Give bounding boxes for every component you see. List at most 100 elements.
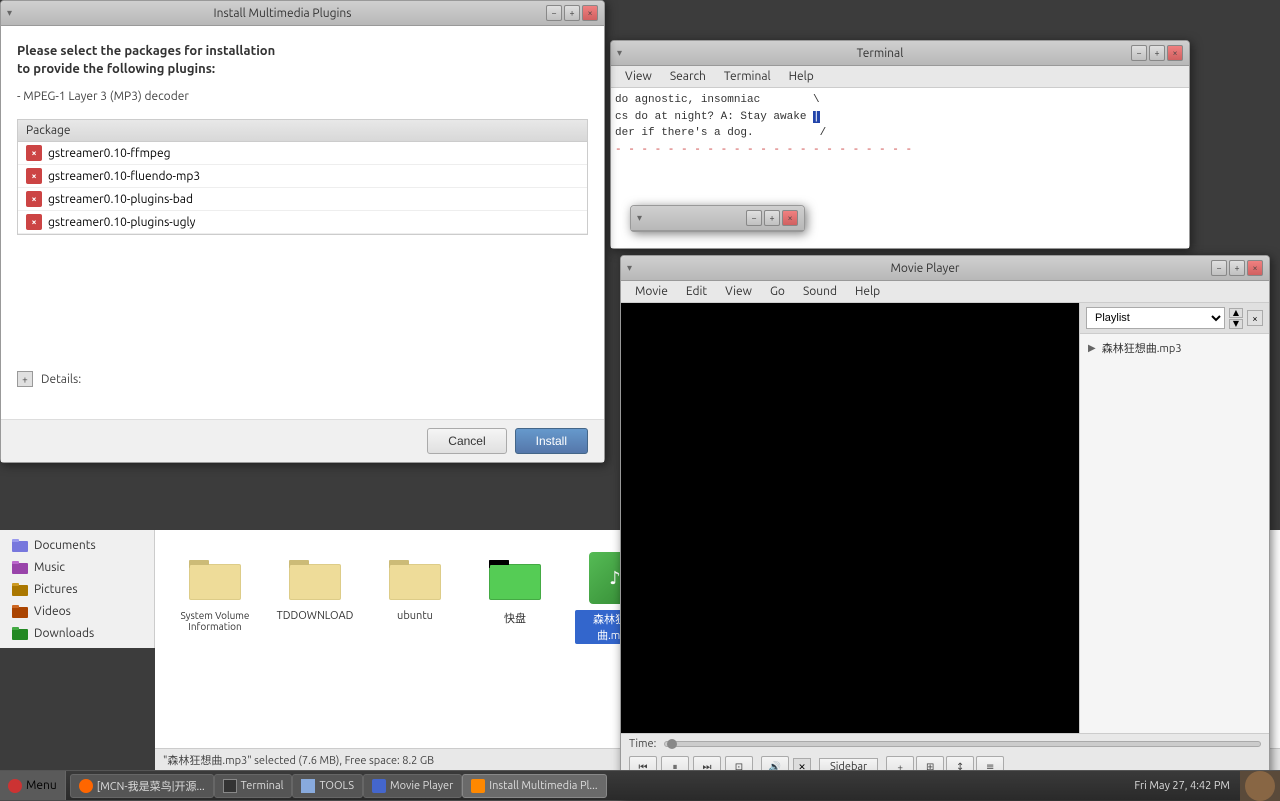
install-maximize-button[interactable]: + — [564, 5, 580, 21]
install-grip-icon: ▾ — [7, 7, 19, 19]
install-close-button[interactable]: × — [582, 5, 598, 21]
install-taskbar-icon — [471, 779, 485, 793]
playlist-item-name: 森林狂想曲.mp3 — [1102, 340, 1182, 356]
taskbar-item-movieplayer[interactable]: Movie Player — [363, 774, 462, 798]
terminal-menu-search[interactable]: Search — [662, 68, 714, 85]
terminal-menu-help[interactable]: Help — [781, 68, 822, 85]
details-label: Details: — [41, 373, 81, 386]
empty-space — [17, 251, 588, 371]
file-manager-sidebar: Documents Music Pictures Videos Download… — [0, 530, 155, 648]
sidebar-item-music[interactable]: Music — [0, 556, 154, 578]
movie-menu-help[interactable]: Help — [847, 283, 888, 300]
package-icon-1: × — [26, 168, 42, 184]
movie-menu-view[interactable]: View — [717, 283, 760, 300]
install-minimize-button[interactable]: − — [546, 5, 562, 21]
menu-logo-icon — [8, 779, 22, 793]
small-dialog-close[interactable]: × — [782, 210, 798, 226]
terminal-menu-terminal[interactable]: Terminal — [716, 68, 779, 85]
movie-player-minimize[interactable]: − — [1211, 260, 1227, 276]
movie-menu-go[interactable]: Go — [762, 283, 793, 300]
install-dialog-titlebar: ▾ Install Multimedia Plugins − + × — [1, 1, 604, 26]
taskbar-item-movieplayer-label: Movie Player — [390, 780, 453, 792]
details-expand-button[interactable]: + — [17, 371, 33, 387]
movie-player-window: ▾ Movie Player − + × Movie Edit View Go … — [620, 255, 1270, 800]
taskbar-item-firefox[interactable]: [MCN-我是菜鸟|开源... — [70, 774, 214, 798]
file-item-label-sysvolume: System VolumeInformation — [181, 610, 250, 632]
install-dialog-window-controls: − + × — [546, 5, 598, 21]
taskbar-item-terminal[interactable]: Terminal — [214, 774, 293, 798]
terminal-close-button[interactable]: × — [1167, 45, 1183, 61]
folder-videos-icon — [12, 603, 28, 619]
playlist-up-arrow[interactable]: ▲ — [1229, 308, 1243, 318]
file-item-ubuntu[interactable]: ubuntu — [375, 550, 455, 622]
package-table: Package × gstreamer0.10-ffmpeg × gstream… — [17, 119, 588, 235]
taskbar-item-tools-label: TOOLS — [319, 780, 354, 792]
movie-player-maximize[interactable]: + — [1229, 260, 1245, 276]
folder-pics-icon — [12, 581, 28, 597]
playlist-down-arrow[interactable]: ▼ — [1229, 319, 1243, 329]
install-dialog: ▾ Install Multimedia Plugins − + × Pleas… — [0, 0, 605, 463]
dialog-buttons: Cancel Install — [1, 419, 604, 462]
package-row-2[interactable]: × gstreamer0.10-plugins-bad — [18, 188, 587, 211]
package-row-1[interactable]: × gstreamer0.10-fluendo-mp3 — [18, 165, 587, 188]
small-dialog: ▾ − + × — [630, 205, 805, 232]
terminal-grip-icon: ▾ — [617, 47, 629, 59]
package-icon-3: × — [26, 214, 42, 230]
movie-player-close[interactable]: × — [1247, 260, 1263, 276]
small-dialog-grip: ▾ — [637, 212, 649, 224]
install-heading-line2: to provide the following plugins: — [17, 60, 588, 78]
file-item-label-tddownload: TDDOWNLOAD — [277, 610, 354, 622]
taskbar-clock: Fri May 27, 4:42 PM — [1124, 780, 1240, 792]
sidebar-close-button[interactable]: × — [1247, 310, 1263, 326]
small-dialog-minimize[interactable]: − — [746, 210, 762, 226]
install-dialog-heading: Please select the packages for installat… — [17, 42, 588, 78]
video-area[interactable] — [621, 303, 1079, 733]
movie-player-titlebar: ▾ Movie Player − + × — [621, 256, 1269, 281]
taskbar-menu-button[interactable]: Menu — [0, 771, 66, 800]
file-item-tddownload[interactable]: TDDOWNLOAD — [275, 550, 355, 622]
package-name-1: gstreamer0.10-fluendo-mp3 — [48, 170, 200, 183]
menu-label: Menu — [26, 779, 57, 792]
taskbar-avatar-area — [1240, 771, 1280, 801]
install-dialog-content: Please select the packages for installat… — [1, 26, 604, 419]
seek-bar[interactable] — [664, 741, 1261, 747]
taskbar-item-firefox-label: [MCN-我是菜鸟|开源... — [97, 778, 205, 794]
file-icon-sysvolume — [187, 550, 243, 606]
movie-menu-sound[interactable]: Sound — [795, 283, 845, 300]
movie-menu-edit[interactable]: Edit — [678, 283, 715, 300]
taskbar-item-tools[interactable]: TOOLS — [292, 774, 363, 798]
sidebar-item-music-label: Music — [34, 561, 65, 574]
terminal-taskbar-icon — [223, 779, 237, 793]
sidebar-item-pictures[interactable]: Pictures — [0, 578, 154, 600]
package-row-0[interactable]: × gstreamer0.10-ffmpeg — [18, 142, 587, 165]
install-button[interactable]: Install — [515, 428, 588, 454]
sidebar-item-documents-label: Documents — [34, 539, 96, 552]
movie-player-title: Movie Player — [639, 262, 1211, 275]
terminal-minimize-button[interactable]: − — [1131, 45, 1147, 61]
dialog-details: + Details: — [17, 371, 588, 387]
file-item-sysvolume[interactable]: System VolumeInformation — [175, 550, 255, 632]
sidebar-item-downloads[interactable]: Downloads — [0, 622, 154, 644]
package-name-0: gstreamer0.10-ffmpeg — [48, 147, 170, 160]
sidebar-item-videos-label: Videos — [34, 605, 71, 618]
package-row-3[interactable]: × gstreamer0.10-plugins-ugly — [18, 211, 587, 234]
playlist-select[interactable]: Playlist — [1086, 307, 1225, 329]
cancel-button[interactable]: Cancel — [427, 428, 506, 454]
file-item-kuaipan[interactable]: 快盘 — [475, 550, 555, 626]
package-icon-0: × — [26, 145, 42, 161]
playlist-item[interactable]: ▶ 森林狂想曲.mp3 — [1080, 334, 1269, 362]
small-dialog-maximize[interactable]: + — [764, 210, 780, 226]
terminal-menu-view[interactable]: View — [617, 68, 660, 85]
folder-docs-icon — [12, 537, 28, 553]
movie-menu-movie[interactable]: Movie — [627, 283, 676, 300]
movie-player-menubar: Movie Edit View Go Sound Help — [621, 281, 1269, 303]
taskbar-item-install[interactable]: Install Multimedia Pl... — [462, 774, 606, 798]
movie-player-taskbar-icon — [372, 779, 386, 793]
sidebar-header: Playlist ▲ ▼ × — [1080, 303, 1269, 334]
sidebar-item-videos[interactable]: Videos — [0, 600, 154, 622]
package-name-2: gstreamer0.10-plugins-bad — [48, 193, 193, 206]
avatar — [1245, 771, 1275, 801]
time-row: Time: — [629, 738, 1261, 750]
sidebar-item-documents[interactable]: Documents — [0, 534, 154, 556]
terminal-maximize-button[interactable]: + — [1149, 45, 1165, 61]
